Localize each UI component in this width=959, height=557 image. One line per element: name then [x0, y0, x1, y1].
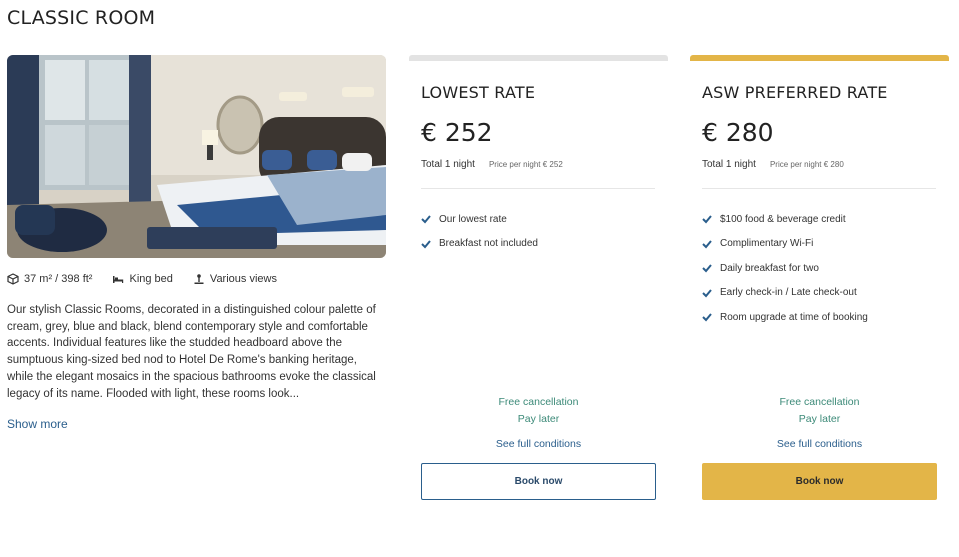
- total-label: Total 1 night: [421, 159, 475, 170]
- benefit-item: Breakfast not included: [421, 232, 538, 257]
- feature-bed-label: King bed: [129, 273, 173, 285]
- payment-text: Pay later: [517, 413, 560, 425]
- rate-totals: Total 1 night Price per night € 252: [421, 159, 563, 170]
- payment-text: Pay later: [798, 413, 841, 425]
- benefit-label: $100 food & beverage credit: [720, 213, 846, 225]
- cancellation-text: Free cancellation: [779, 396, 860, 408]
- benefit-label: Room upgrade at time of booking: [720, 311, 868, 323]
- benefit-item: Daily breakfast for two: [702, 256, 868, 281]
- feature-view-label: Various views: [209, 273, 277, 285]
- check-icon: [702, 240, 712, 249]
- benefit-list: Our lowest rate Breakfast not included: [421, 207, 538, 256]
- rate-name: LOWEST RATE: [421, 83, 536, 102]
- room-photo-image: [7, 55, 386, 258]
- divider: [702, 188, 936, 189]
- benefit-item: Early check-in / Late check-out: [702, 281, 868, 306]
- rate-price: € 280: [702, 118, 774, 147]
- benefit-label: Breakfast not included: [439, 238, 538, 250]
- benefit-list: $100 food & beverage credit Complimentar…: [702, 207, 868, 330]
- book-now-button[interactable]: Book now: [421, 463, 656, 500]
- show-more-link[interactable]: Show more: [7, 417, 68, 431]
- benefit-item: Our lowest rate: [421, 207, 538, 232]
- book-now-button[interactable]: Book now: [702, 463, 937, 500]
- feature-size: 37 m² / 398 ft²: [7, 273, 92, 285]
- benefit-item: $100 food & beverage credit: [702, 207, 868, 232]
- check-icon: [421, 215, 431, 224]
- benefit-label: Complimentary Wi-Fi: [720, 238, 814, 250]
- view-icon: [194, 274, 204, 284]
- room-description: Our stylish Classic Rooms, decorated in …: [7, 304, 376, 400]
- benefit-label: Daily breakfast for two: [720, 262, 819, 274]
- rate-card-preferred: ASW PREFERRED RATE € 280 Total 1 night P…: [690, 55, 949, 515]
- check-icon: [421, 240, 431, 249]
- room-photo[interactable]: [7, 55, 386, 258]
- rate-totals: Total 1 night Price per night € 280: [702, 159, 844, 170]
- benefit-item: Complimentary Wi-Fi: [702, 232, 868, 257]
- per-night-price: Price per night € 252: [488, 160, 563, 169]
- rate-card-top-bar: [690, 55, 949, 61]
- total-label: Total 1 night: [702, 159, 756, 170]
- rate-name: ASW PREFERRED RATE: [702, 83, 888, 102]
- per-night-price: Price per night € 280: [769, 160, 844, 169]
- benefit-label: Our lowest rate: [439, 213, 507, 225]
- check-icon: [702, 215, 712, 224]
- divider: [421, 188, 655, 189]
- check-icon: [702, 264, 712, 273]
- rate-price: € 252: [421, 118, 493, 147]
- room-title: CLASSIC ROOM: [7, 7, 156, 29]
- see-conditions-link[interactable]: See full conditions: [409, 438, 668, 450]
- benefit-label: Early check-in / Late check-out: [720, 287, 857, 299]
- feature-size-label: 37 m² / 398 ft²: [24, 273, 93, 285]
- feature-view: Various views: [193, 273, 277, 285]
- see-conditions-link[interactable]: See full conditions: [690, 438, 949, 450]
- check-icon: [702, 313, 712, 322]
- rate-card-top-bar: [409, 55, 668, 61]
- bed-icon: [113, 276, 124, 283]
- room-features: 37 m² / 398 ft² King bed Various views: [7, 273, 277, 285]
- cancellation-text: Free cancellation: [498, 396, 579, 408]
- benefit-item: Room upgrade at time of booking: [702, 305, 868, 330]
- check-icon: [702, 289, 712, 298]
- cube-icon: [7, 273, 19, 285]
- feature-bed: King bed: [112, 273, 173, 285]
- rate-card-lowest: LOWEST RATE € 252 Total 1 night Price pe…: [409, 55, 668, 515]
